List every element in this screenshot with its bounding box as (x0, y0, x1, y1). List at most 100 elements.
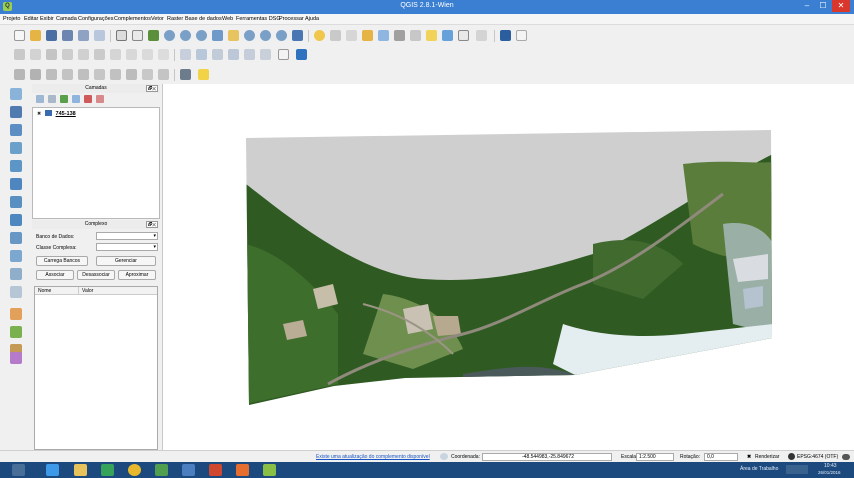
georeferencer-icon[interactable] (296, 49, 307, 60)
map-tips-icon[interactable] (426, 30, 437, 41)
disassociate-button[interactable]: Desassociar (77, 270, 115, 280)
add-ring-icon[interactable] (78, 69, 89, 80)
copy-features-icon[interactable] (142, 49, 153, 60)
menu-complementos[interactable]: Complementos (114, 16, 151, 22)
audio-app-icon[interactable] (236, 464, 249, 476)
menu-processar[interactable]: Processar (279, 16, 304, 22)
python-console-icon[interactable] (500, 30, 511, 41)
rotate-label-icon[interactable] (244, 49, 255, 60)
attribute-table-icon[interactable] (378, 30, 389, 41)
new-shapefile-icon[interactable] (10, 286, 22, 298)
pin-labels-icon[interactable] (196, 49, 207, 60)
render-checkbox[interactable]: ✖ (747, 454, 751, 460)
add-postgis-layer-icon[interactable] (10, 124, 22, 136)
document-app-icon[interactable] (182, 464, 195, 476)
whats-this-icon[interactable] (516, 30, 527, 41)
menu-ajuda[interactable]: Ajuda (305, 16, 319, 22)
crs-globe-icon[interactable] (788, 453, 795, 460)
composer-manager-icon[interactable] (94, 30, 105, 41)
internet-explorer-icon[interactable] (46, 464, 59, 476)
file-explorer-icon[interactable] (74, 464, 87, 476)
desktop-toolbar-label[interactable]: Área de Trabalho (740, 466, 778, 472)
new-spatialite-icon[interactable] (10, 308, 22, 320)
pan-icon[interactable] (116, 30, 127, 41)
coordinate-field[interactable]: -48.544983,-25.849672 (482, 453, 612, 461)
add-wcs-layer-icon[interactable] (10, 214, 22, 226)
menu-base-de-dados[interactable]: Base de dados (185, 16, 222, 22)
clock-date[interactable]: 26/01/2016 (818, 470, 841, 475)
rotate-feature-icon[interactable] (46, 69, 57, 80)
panel-float-close-buttons[interactable]: 🗗✕ (146, 85, 158, 92)
open-project-icon[interactable] (30, 30, 41, 41)
add-vector-layer-icon[interactable] (10, 88, 22, 100)
delete-ring-icon[interactable] (126, 69, 137, 80)
menu-camada[interactable]: Camada (56, 16, 77, 22)
scale-bar-icon[interactable] (278, 49, 289, 60)
move-feature-icon[interactable] (78, 49, 89, 60)
select-by-expression-icon[interactable] (346, 30, 357, 41)
select-features-icon[interactable] (330, 30, 341, 41)
refresh-icon[interactable] (292, 30, 303, 41)
menu-exibir[interactable]: Exibir (40, 16, 54, 22)
identify-icon[interactable] (314, 30, 325, 41)
redo-icon[interactable] (30, 69, 41, 80)
column-header-nome[interactable]: Nome (35, 287, 79, 295)
reshape-features-icon[interactable] (158, 69, 169, 80)
style-brush-icon[interactable] (180, 69, 191, 80)
add-virtual-layer-icon[interactable] (10, 268, 22, 280)
media-player-icon[interactable] (209, 464, 222, 476)
zoom-to-layer-icon[interactable] (244, 30, 255, 41)
measure-icon[interactable] (410, 30, 421, 41)
style-color-icon[interactable] (198, 69, 209, 80)
plugin-update-link[interactable]: Existe uma atualização do complemento di… (316, 454, 430, 460)
show-hide-labels-icon[interactable] (212, 49, 223, 60)
print-composer-icon[interactable] (78, 30, 89, 41)
scale-combobox[interactable]: 1:2.500 (636, 453, 674, 461)
add-spatialite-layer-icon[interactable] (10, 142, 22, 154)
manage-visibility-icon[interactable] (48, 95, 56, 103)
zoom-in-icon[interactable] (164, 30, 175, 41)
collapse-all-icon[interactable] (84, 95, 92, 103)
add-mssql-layer-icon[interactable] (10, 160, 22, 172)
complex-attributes-table[interactable]: Nome Valor (34, 286, 158, 450)
bookmark-icon[interactable] (442, 30, 453, 41)
menu-raster[interactable]: Raster (167, 16, 183, 22)
fill-ring-icon[interactable] (110, 69, 121, 80)
chrome-icon[interactable] (128, 464, 141, 476)
delete-part-icon[interactable] (142, 69, 153, 80)
expand-all-icon[interactable] (72, 95, 80, 103)
layer-visibility-checkbox[interactable]: ✖ (37, 111, 41, 117)
crs-status[interactable]: EPSG:4674 (OTF) (797, 454, 838, 460)
plugin-update-icon[interactable] (440, 453, 448, 460)
annotation-icon[interactable] (476, 30, 487, 41)
touch-zoom-icon[interactable] (148, 30, 159, 41)
add-wkt-icon[interactable] (10, 352, 22, 364)
cut-features-icon[interactable] (126, 49, 137, 60)
layer-item-745-138[interactable]: ✖ 745-138 (37, 110, 76, 118)
maximize-button[interactable]: ☐ (814, 0, 832, 12)
zoom-to-selection-icon[interactable] (228, 30, 239, 41)
add-group-icon[interactable] (36, 95, 44, 103)
add-part-icon[interactable] (94, 69, 105, 80)
menu-vetor[interactable]: Vetor (151, 16, 164, 22)
add-wms-layer-icon[interactable] (10, 196, 22, 208)
panel-float-close-buttons[interactable]: 🗗✕ (146, 221, 158, 228)
qgis-running-icon[interactable] (263, 464, 276, 476)
column-header-valor[interactable]: Valor (79, 287, 157, 295)
save-project-icon[interactable] (46, 30, 57, 41)
database-combobox[interactable]: ▾ (96, 232, 158, 240)
text-annotation-icon[interactable] (458, 30, 469, 41)
current-edits-icon[interactable] (14, 49, 25, 60)
manage-button[interactable]: Gerenciar (96, 256, 156, 266)
zoom-out-icon[interactable] (180, 30, 191, 41)
menu-web[interactable]: Web (222, 16, 233, 22)
menu-ferramentas-dsg[interactable]: Ferramentas DSG (236, 16, 281, 22)
close-button[interactable]: ✕ (832, 0, 850, 12)
toggle-editing-icon[interactable] (30, 49, 41, 60)
pan-to-selection-icon[interactable] (132, 30, 143, 41)
zoom-full-icon[interactable] (212, 30, 223, 41)
new-gpx-layer-icon[interactable] (10, 326, 22, 338)
add-feature-icon[interactable] (62, 49, 73, 60)
rotation-field[interactable]: 0,0 (704, 453, 738, 461)
associate-button[interactable]: Associar (36, 270, 74, 280)
